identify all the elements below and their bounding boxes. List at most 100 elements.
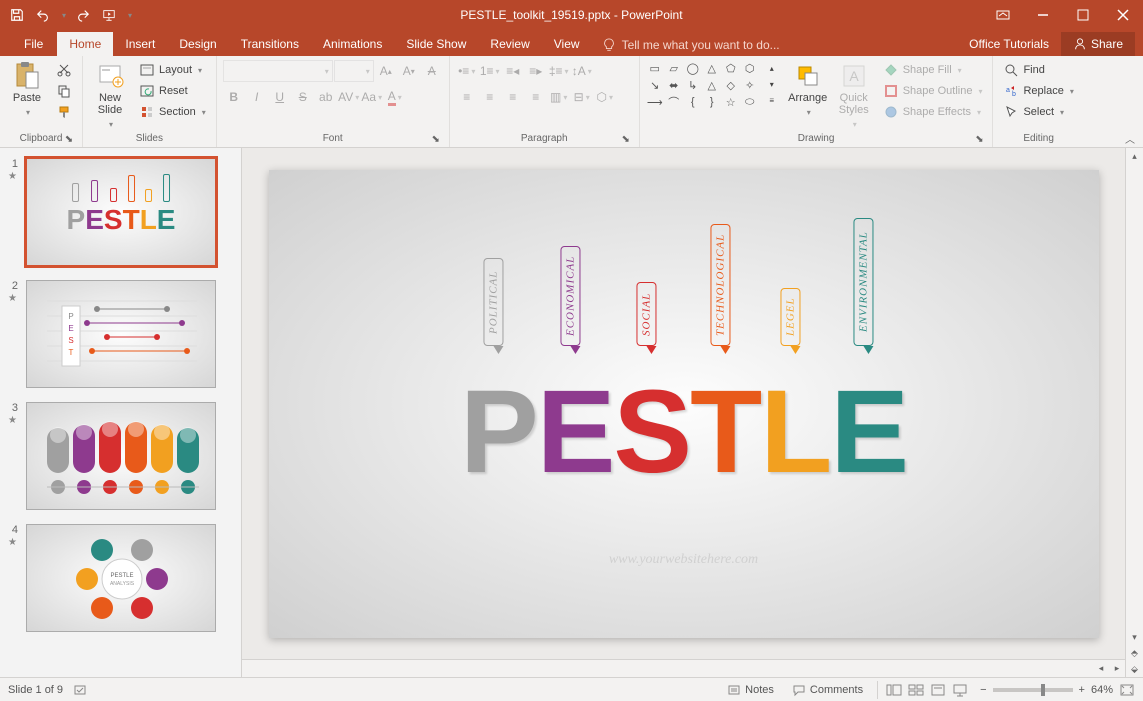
italic-button[interactable]: I: [246, 86, 268, 108]
select-button[interactable]: Select: [999, 102, 1077, 122]
tab-design[interactable]: Design: [167, 32, 228, 56]
dialog-launcher[interactable]: ⬊: [621, 134, 631, 144]
minimize-button[interactable]: [1023, 0, 1063, 30]
tab-review[interactable]: Review: [478, 32, 541, 56]
font-color[interactable]: A: [384, 86, 406, 108]
next-slide[interactable]: ⬙: [1126, 661, 1143, 677]
scroll-left[interactable]: ◂: [1093, 663, 1109, 674]
ribbon-display-options[interactable]: [983, 0, 1023, 30]
scroll-down[interactable]: ▾: [1126, 629, 1143, 645]
tab-animations[interactable]: Animations: [311, 32, 394, 56]
collapse-ribbon[interactable]: ︿: [1121, 131, 1139, 145]
office-tutorials[interactable]: Office Tutorials: [957, 32, 1061, 56]
layout-button[interactable]: Layout: [135, 60, 210, 80]
smartart[interactable]: ⬡: [594, 86, 616, 108]
decrease-indent[interactable]: ≡◂: [502, 60, 524, 82]
arrange-button[interactable]: Arrange: [787, 60, 829, 118]
gallery-more[interactable]: ≡: [761, 92, 783, 108]
shape-outline-button[interactable]: Shape Outline: [879, 81, 987, 101]
numbering-button[interactable]: 1≡: [479, 60, 501, 82]
thumbnail-4[interactable]: 4★ PESTLEANALYSIS: [0, 520, 241, 642]
dialog-launcher[interactable]: ⬊: [431, 134, 441, 144]
copy-button[interactable]: [52, 81, 76, 101]
redo-button[interactable]: [72, 4, 94, 26]
tab-slideshow[interactable]: Slide Show: [394, 32, 478, 56]
svg-text:ANALYSIS: ANALYSIS: [110, 581, 135, 587]
bold-button[interactable]: B: [223, 86, 245, 108]
justify[interactable]: ≡: [525, 86, 547, 108]
scroll-right[interactable]: ▸: [1109, 663, 1125, 674]
gallery-down[interactable]: ▾: [761, 76, 783, 92]
sorter-view[interactable]: [906, 681, 926, 699]
normal-view[interactable]: [884, 681, 904, 699]
share-button[interactable]: Share: [1061, 32, 1135, 56]
zoom-in[interactable]: +: [1079, 684, 1085, 696]
cut-button[interactable]: [52, 60, 76, 80]
columns[interactable]: ▥: [548, 86, 570, 108]
zoom-out[interactable]: −: [980, 684, 986, 696]
align-center[interactable]: ≡: [479, 86, 501, 108]
char-spacing[interactable]: AV: [338, 86, 360, 108]
line-spacing[interactable]: ‡≡: [548, 60, 570, 82]
font-family-select[interactable]: [223, 60, 333, 82]
underline-button[interactable]: U: [269, 86, 291, 108]
strike-button[interactable]: S: [292, 86, 314, 108]
zoom-slider[interactable]: [993, 688, 1073, 692]
replace-button[interactable]: abReplace: [999, 81, 1077, 101]
format-painter-button[interactable]: [52, 102, 76, 122]
undo-dropdown[interactable]: [58, 4, 68, 26]
gallery-up[interactable]: ▴: [761, 60, 783, 76]
tab-file[interactable]: File: [14, 32, 57, 56]
increase-indent[interactable]: ≡▸: [525, 60, 547, 82]
font-size-select[interactable]: [334, 60, 374, 82]
dialog-launcher[interactable]: ⬊: [974, 134, 984, 144]
thumbnail-1[interactable]: 1★ PESTLE: [0, 154, 241, 276]
decrease-font[interactable]: A▾: [398, 60, 420, 82]
tab-insert[interactable]: Insert: [113, 32, 167, 56]
shape-effects-button[interactable]: Shape Effects: [879, 102, 987, 122]
thumbnail-2[interactable]: 2★ P ES T: [0, 276, 241, 398]
spell-check-icon[interactable]: [73, 683, 87, 697]
maximize-button[interactable]: [1063, 0, 1103, 30]
comments-button[interactable]: Comments: [788, 683, 867, 697]
slide-counter[interactable]: Slide 1 of 9: [8, 684, 63, 696]
tab-transitions[interactable]: Transitions: [229, 32, 311, 56]
section-button[interactable]: Section: [135, 102, 210, 122]
clear-formatting[interactable]: A: [421, 60, 443, 82]
notes-button[interactable]: Notes: [723, 683, 778, 697]
change-case[interactable]: Aa: [361, 86, 383, 108]
start-slideshow-button[interactable]: [98, 4, 120, 26]
dialog-launcher[interactable]: ⬊: [64, 134, 74, 144]
tell-me-search[interactable]: Tell me what you want to do...: [592, 34, 790, 56]
shape-fill-button[interactable]: Shape Fill: [879, 60, 987, 80]
new-slide-button[interactable]: New Slide: [89, 60, 131, 130]
slide[interactable]: PPOLITICALEECONOMICALSSOCIALTTECHNOLOGIC…: [269, 170, 1099, 638]
find-icon: [1003, 62, 1019, 78]
bullets-button[interactable]: •≡: [456, 60, 478, 82]
reading-view[interactable]: [928, 681, 948, 699]
quick-styles-button[interactable]: A Quick Styles: [833, 60, 875, 130]
tab-view[interactable]: View: [542, 32, 592, 56]
vertical-scrollbar[interactable]: ▴ ▾ ⬘ ⬙: [1125, 148, 1143, 677]
prev-slide[interactable]: ⬘: [1126, 645, 1143, 661]
undo-button[interactable]: [32, 4, 54, 26]
reset-button[interactable]: Reset: [135, 81, 210, 101]
align-text[interactable]: ⊟: [571, 86, 593, 108]
align-left[interactable]: ≡: [456, 86, 478, 108]
increase-font[interactable]: A▴: [375, 60, 397, 82]
slideshow-view[interactable]: [950, 681, 970, 699]
tab-home[interactable]: Home: [57, 32, 113, 56]
thumbnail-3[interactable]: 3★: [0, 398, 241, 520]
save-button[interactable]: [6, 4, 28, 26]
shadow-button[interactable]: ab: [315, 86, 337, 108]
shapes-gallery[interactable]: ▭▱◯△⬠⬡ ↘⬌↳△◇✧ ⟶⌒{}☆⬭: [646, 60, 759, 110]
close-button[interactable]: [1103, 0, 1143, 30]
paste-button[interactable]: Paste: [6, 60, 48, 118]
qat-customize[interactable]: [124, 4, 134, 26]
find-button[interactable]: Find: [999, 60, 1077, 80]
fit-to-window[interactable]: [1119, 683, 1135, 697]
text-direction[interactable]: ↕A: [571, 60, 593, 82]
align-right[interactable]: ≡: [502, 86, 524, 108]
scroll-up[interactable]: ▴: [1126, 148, 1143, 164]
zoom-level[interactable]: 64%: [1091, 684, 1113, 696]
